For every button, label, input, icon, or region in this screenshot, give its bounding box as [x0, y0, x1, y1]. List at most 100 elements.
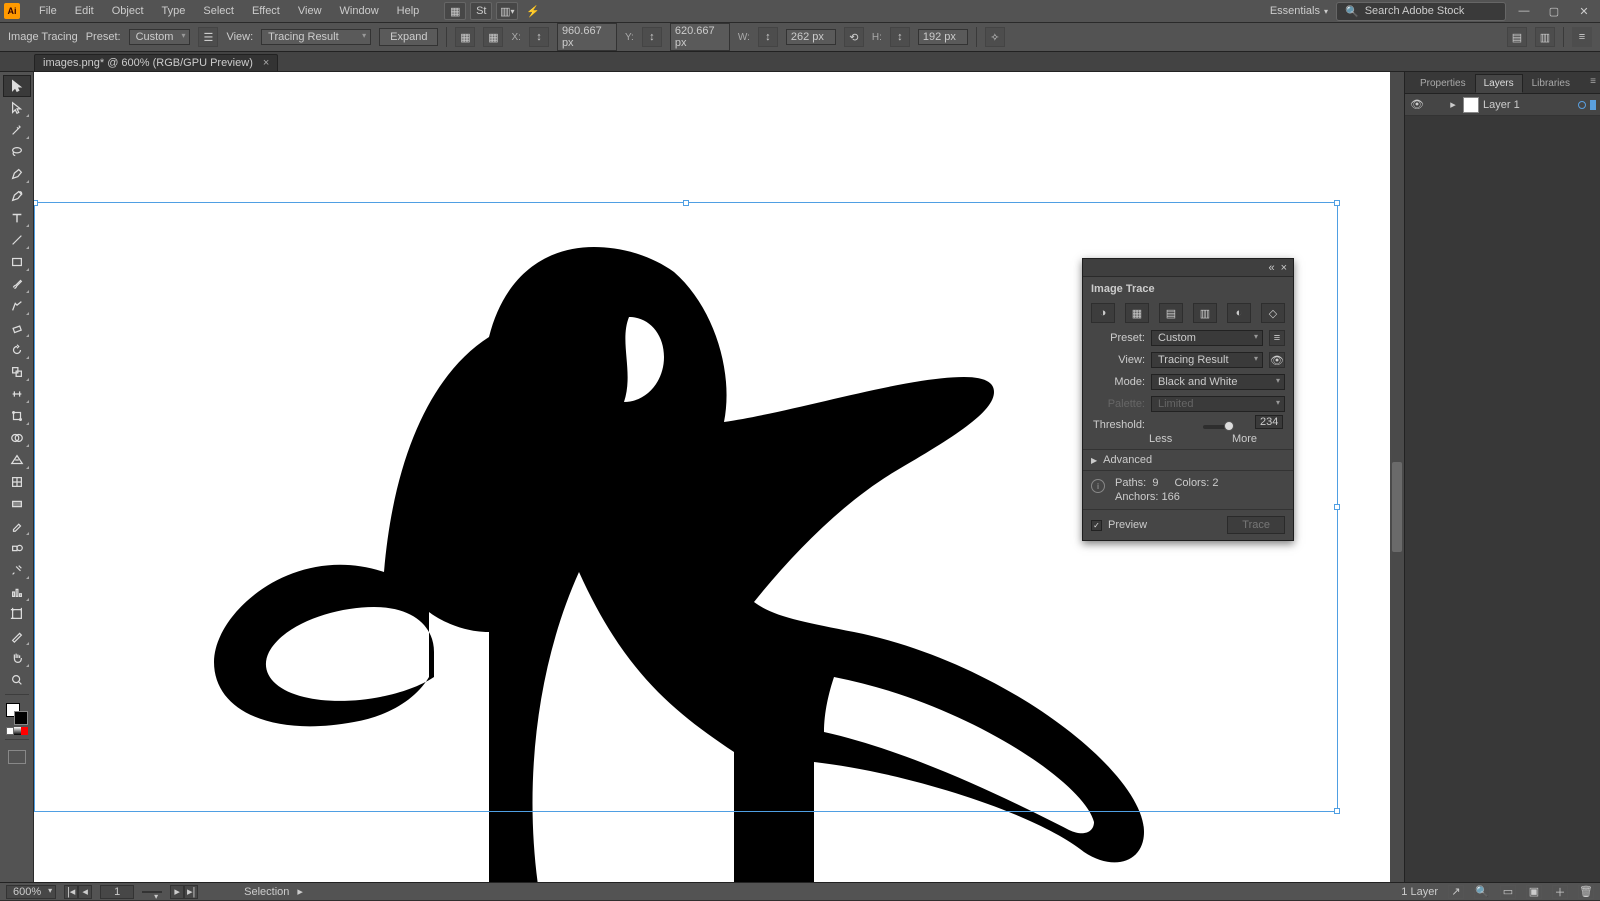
preset-menu-icon[interactable]: ≡	[1269, 330, 1285, 346]
lasso-tool[interactable]	[4, 142, 30, 162]
view-eye-icon[interactable]: 👁	[1269, 352, 1285, 368]
close-button[interactable]: ✕	[1572, 3, 1596, 19]
shaper-tool[interactable]	[4, 296, 30, 316]
column-graph-tool[interactable]	[4, 582, 30, 602]
menu-select[interactable]: Select	[194, 0, 243, 22]
menu-type[interactable]: Type	[153, 0, 195, 22]
new-layer-icon[interactable]: ＋	[1552, 885, 1568, 899]
gradient-tool[interactable]	[4, 494, 30, 514]
link-wh-icon[interactable]: ⟲	[844, 27, 864, 47]
menu-window[interactable]: Window	[331, 0, 388, 22]
pen-tool[interactable]	[4, 164, 30, 184]
visibility-icon[interactable]: 👁	[1409, 97, 1425, 113]
it-preset-dropdown[interactable]: Custom	[1151, 330, 1263, 346]
tab-layers[interactable]: Layers	[1475, 74, 1523, 93]
preview-checkbox[interactable]: ✓ Preview	[1091, 519, 1147, 531]
eraser-tool[interactable]	[4, 318, 30, 338]
preset-low-icon[interactable]: ▤	[1159, 303, 1183, 323]
panel-menu-icon[interactable]: ≡	[1590, 76, 1596, 87]
w-stepper-icon[interactable]: ↕	[758, 27, 778, 47]
image-trace-panel[interactable]: « × Image Trace ◑ ▦ ▤ ▥ ◐ ◇ Preset: Cust…	[1082, 258, 1294, 541]
menu-view[interactable]: View	[289, 0, 331, 22]
symbol-sprayer-tool[interactable]	[4, 560, 30, 580]
direct-selection-tool[interactable]	[4, 98, 30, 118]
options-menu-icon[interactable]: ≡	[1572, 27, 1592, 47]
w-field[interactable]: 262 px	[786, 29, 836, 45]
menu-edit[interactable]: Edit	[66, 0, 103, 22]
expand-button[interactable]: Expand	[379, 28, 438, 46]
artboard-number-field[interactable]: 1	[100, 885, 134, 899]
close-tab-icon[interactable]: ×	[263, 57, 269, 69]
type-tool[interactable]	[4, 208, 30, 228]
tab-libraries[interactable]: Libraries	[1523, 74, 1579, 93]
scale-tool[interactable]	[4, 362, 30, 382]
mesh-tool[interactable]	[4, 472, 30, 492]
fill-stroke-swatch[interactable]	[6, 703, 28, 725]
transform-icon[interactable]: ▦	[483, 27, 503, 47]
search-layer-icon[interactable]: 🔍	[1474, 885, 1490, 899]
document-tab[interactable]: images.png* @ 600% (RGB/GPU Preview) ×	[34, 54, 278, 71]
width-tool[interactable]	[4, 384, 30, 404]
menu-help[interactable]: Help	[388, 0, 429, 22]
artboard-dropdown[interactable]	[142, 891, 162, 893]
free-transform-tool[interactable]	[4, 406, 30, 426]
screen-mode-icon[interactable]	[8, 750, 26, 764]
slice-tool[interactable]	[4, 626, 30, 646]
y-stepper-icon[interactable]: ↕	[642, 27, 662, 47]
new-sublayer-icon[interactable]: ▭	[1500, 885, 1516, 899]
artboard-tool[interactable]	[4, 604, 30, 624]
tracing-options-icon[interactable]: ☰	[198, 27, 218, 47]
maximize-button[interactable]: ▢	[1542, 3, 1566, 19]
color-mode-icons[interactable]	[6, 727, 28, 735]
layer-name[interactable]: Layer 1	[1483, 99, 1574, 111]
h-field[interactable]: 192 px	[918, 29, 968, 45]
preset-outline-icon[interactable]: ◇	[1261, 303, 1285, 323]
menu-file[interactable]: File	[30, 0, 66, 22]
blend-tool[interactable]	[4, 538, 30, 558]
menu-object[interactable]: Object	[103, 0, 153, 22]
line-tool[interactable]	[4, 230, 30, 250]
eyedropper-tool[interactable]	[4, 516, 30, 536]
search-stock-input[interactable]: 🔍 Search Adobe Stock	[1336, 2, 1506, 21]
rotate-tool[interactable]	[4, 340, 30, 360]
isolate-icon[interactable]: ✧	[985, 27, 1005, 47]
hand-tool[interactable]	[4, 648, 30, 668]
last-artboard-icon[interactable]: ▸|	[184, 885, 198, 899]
advanced-disclosure[interactable]: ▶ Advanced	[1083, 449, 1293, 471]
menu-effect[interactable]: Effect	[243, 0, 289, 22]
disclosure-icon[interactable]: ▸	[1447, 98, 1459, 111]
stock-icon[interactable]: St	[470, 2, 492, 20]
zoom-dropdown[interactable]: 600%	[6, 885, 56, 899]
shape-builder-tool[interactable]	[4, 428, 30, 448]
target-icon[interactable]	[1578, 101, 1586, 109]
close-panel-icon[interactable]: ×	[1281, 262, 1287, 274]
x-field[interactable]: 960.667 px	[557, 23, 617, 51]
tab-properties[interactable]: Properties	[1411, 74, 1475, 93]
x-stepper-icon[interactable]: ↕	[529, 27, 549, 47]
selection-tool[interactable]	[4, 76, 30, 96]
collapse-icon[interactable]: «	[1268, 262, 1274, 274]
h-stepper-icon[interactable]: ↕	[890, 27, 910, 47]
delete-layer-icon[interactable]: 🗑	[1578, 885, 1594, 899]
bridge-icon[interactable]: ▦	[444, 2, 466, 20]
threshold-slider[interactable]	[1203, 425, 1227, 429]
clip-mask-icon[interactable]: ▣	[1526, 885, 1542, 899]
gpu-icon[interactable]: ⚡	[522, 2, 544, 20]
it-mode-dropdown[interactable]: Black and White	[1151, 374, 1285, 390]
layer-row[interactable]: 👁 ▸ Layer 1	[1405, 94, 1600, 116]
panel-toggle-icon-1[interactable]: ▤	[1507, 27, 1527, 47]
preset-high-icon[interactable]: ▦	[1125, 303, 1149, 323]
rectangle-tool[interactable]	[4, 252, 30, 272]
arrange-documents-icon[interactable]: ▥▾	[496, 2, 518, 20]
preset-dropdown[interactable]: Custom	[129, 29, 191, 45]
perspective-tool[interactable]	[4, 450, 30, 470]
panel-header[interactable]: « ×	[1083, 259, 1293, 277]
next-artboard-icon[interactable]: ▸	[170, 885, 184, 899]
minimize-button[interactable]: —	[1512, 3, 1536, 19]
threshold-value[interactable]: 234	[1255, 415, 1283, 429]
it-view-dropdown[interactable]: Tracing Result	[1151, 352, 1263, 368]
y-field[interactable]: 620.667 px	[670, 23, 730, 51]
preset-auto-icon[interactable]: ◑	[1091, 303, 1115, 323]
locate-layer-icon[interactable]: ↗	[1448, 885, 1464, 899]
vertical-scrollbar[interactable]	[1390, 72, 1404, 882]
